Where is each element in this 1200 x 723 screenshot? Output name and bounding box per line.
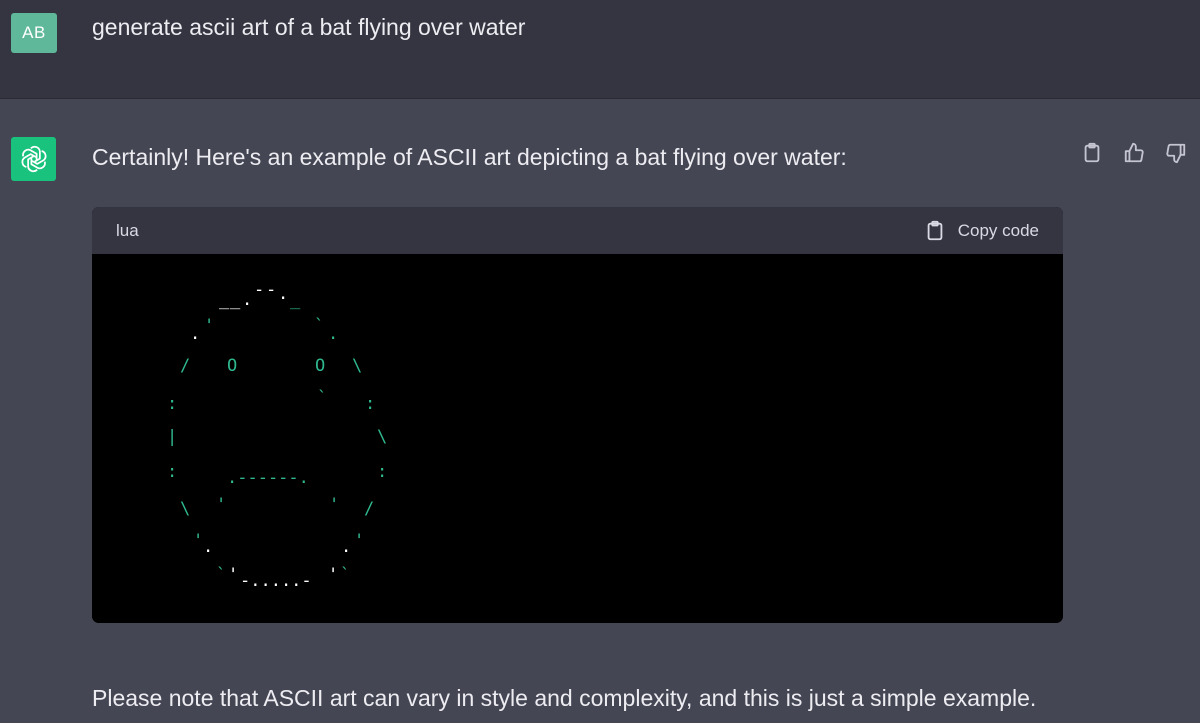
clipboard-icon [927, 220, 943, 240]
ascii-art-char: ' [216, 495, 227, 515]
ascii-art-char: _ [290, 290, 301, 310]
ascii-art-char: ' [204, 316, 215, 336]
ascii-art-char: ` [317, 388, 328, 408]
ascii-art-char: | [167, 427, 178, 447]
ascii-art-char: / [364, 499, 375, 519]
ascii-art-char: ' [328, 565, 339, 585]
ascii-art-char: . [242, 290, 253, 310]
ascii-art-char: : [167, 462, 178, 482]
ascii-art-char: O [315, 356, 326, 376]
ascii-art-char: . [190, 324, 201, 344]
ascii-art-char: \ [377, 427, 388, 447]
ascii-art-char: -.....- [240, 571, 312, 591]
ascii-art-char: ` [314, 316, 325, 336]
ascii-art-char: . [203, 537, 214, 557]
ascii-art-char: . [328, 324, 339, 344]
ascii-art-char: \ [352, 356, 363, 376]
ascii-art-char: _ [219, 290, 230, 310]
ascii-art-char: ' [228, 565, 239, 585]
ascii-art-char: _ [230, 290, 241, 310]
ascii-art-char: . [341, 537, 352, 557]
thumbs-up-icon[interactable] [1122, 141, 1146, 165]
clipboard-icon[interactable] [1080, 141, 1104, 165]
user-message: generate ascii art of a bat flying over … [92, 14, 526, 40]
assistant-message-row: Certainly! Here's an example of ASCII ar… [0, 99, 1200, 723]
code-language-label: lua [116, 220, 139, 240]
ascii-art-char: O [227, 356, 238, 376]
copy-code-button[interactable]: Copy code [924, 220, 1039, 242]
ascii-art-char: : [377, 462, 388, 482]
ascii-art-char: . [278, 284, 289, 304]
ascii-art-char: ` [340, 565, 351, 585]
ascii-art-char: : [365, 394, 376, 414]
code-block-header: lua Copy code [92, 207, 1063, 254]
ascii-art-char: \ [180, 499, 191, 519]
ascii-art-char: ' [329, 495, 340, 515]
user-avatar: AB [11, 13, 57, 53]
ascii-art-char: / [180, 356, 191, 376]
ascii-art-char: ' [193, 531, 204, 551]
assistant-footer-text: Please note that ASCII art can vary in s… [92, 685, 1037, 711]
copy-code-label: Copy code [957, 220, 1039, 240]
ascii-art-char: .------. [227, 468, 309, 488]
ascii-art-char: : [167, 394, 178, 414]
openai-logo-icon [11, 137, 56, 181]
code-block: lua Copy code _ _ . - - . _ . ' ` . / O … [92, 207, 1063, 623]
message-actions [1080, 141, 1188, 165]
assistant-intro-text: Certainly! Here's an example of ASCII ar… [92, 144, 847, 170]
ascii-art-char: - [254, 280, 265, 300]
thumbs-down-icon[interactable] [1164, 141, 1188, 165]
ascii-art-char: - [266, 280, 277, 300]
code-body: _ _ . - - . _ . ' ` . / O O \ : ` : | \ … [92, 254, 1063, 623]
ascii-art-char: ' [354, 531, 365, 551]
user-message-row: AB generate ascii art of a bat flying ov… [0, 0, 1200, 99]
ascii-art-char: ` [216, 565, 227, 585]
